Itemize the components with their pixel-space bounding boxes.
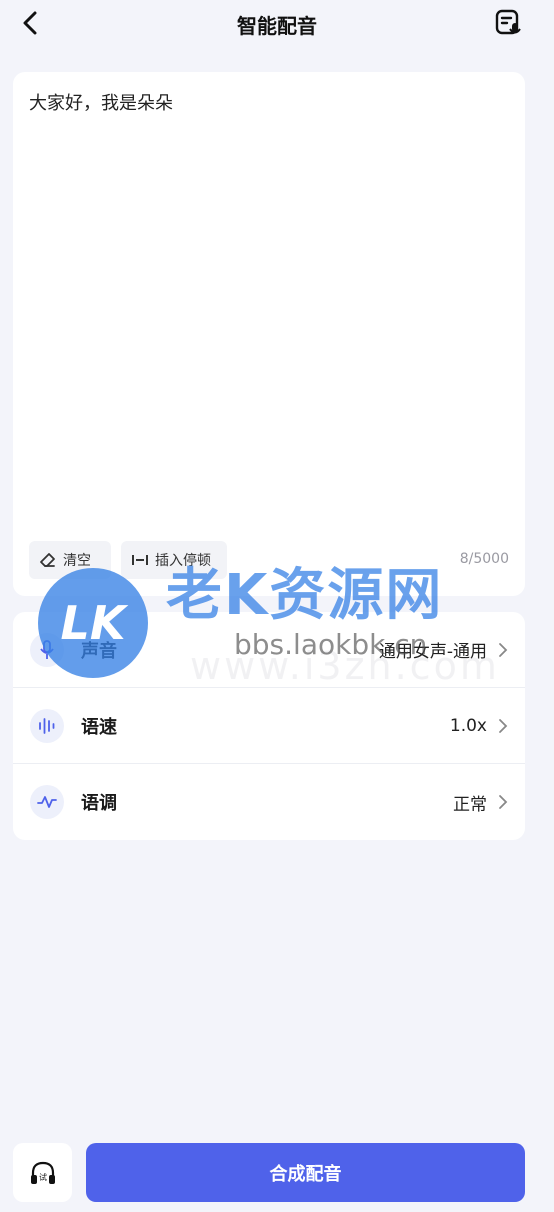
character-count: 8/5000 xyxy=(459,551,509,567)
page-title: 智能配音 xyxy=(237,14,317,38)
speed-bars-icon xyxy=(30,708,64,743)
pause-insert-icon xyxy=(132,555,148,565)
clear-button[interactable]: 清空 xyxy=(29,541,111,579)
voice-record-list-button[interactable] xyxy=(492,6,526,40)
setting-row-tone[interactable]: 语调 正常 xyxy=(13,764,525,840)
insert-pause-label: 插入停顿 xyxy=(155,553,211,569)
setting-label: 声音 xyxy=(81,640,117,662)
setting-row-speed[interactable]: 语速 1.0x xyxy=(13,688,525,764)
preview-label: 试 xyxy=(39,1172,47,1182)
synthesize-button[interactable]: 合成配音 xyxy=(86,1143,525,1202)
chevron-right-icon xyxy=(497,641,509,659)
clear-label: 清空 xyxy=(63,553,91,569)
document-mic-icon xyxy=(495,9,521,35)
preview-listen-button[interactable]: 试 xyxy=(13,1143,72,1202)
setting-label: 语速 xyxy=(81,716,117,738)
mic-icon xyxy=(30,632,64,667)
insert-pause-button[interactable]: 插入停顿 xyxy=(121,541,227,579)
eraser-icon xyxy=(40,553,55,567)
setting-value: 通用女声-通用 xyxy=(378,642,487,662)
setting-row-voice[interactable]: 声音 通用女声-通用 xyxy=(13,612,525,688)
setting-value: 正常 xyxy=(453,794,487,815)
text-editor-card: 大家好，我是朵朵 清空 插入停顿 8/5000 xyxy=(13,72,525,596)
setting-value: 1.0x xyxy=(449,715,487,736)
headphones-icon: 试 xyxy=(30,1161,55,1184)
chevron-right-icon xyxy=(497,717,509,735)
setting-label: 语调 xyxy=(81,793,117,814)
voice-settings-card: 声音 通用女声-通用 语速 1.0x 语调 正常 xyxy=(13,612,525,840)
script-text-area[interactable]: 大家好，我是朵朵 xyxy=(29,90,509,530)
header: 智能配音 xyxy=(0,0,554,46)
waveform-icon xyxy=(30,785,64,819)
chevron-right-icon xyxy=(497,793,509,811)
